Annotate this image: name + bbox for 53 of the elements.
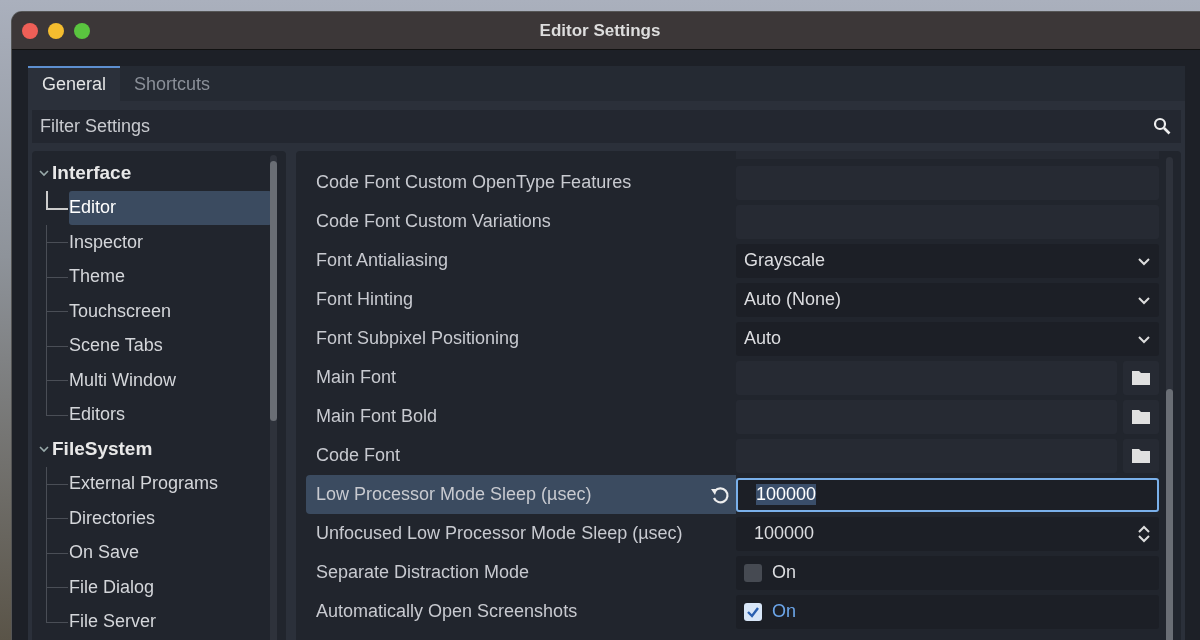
- dropdown[interactable]: Auto (None): [736, 282, 1159, 317]
- tree-item[interactable]: Inspector: [69, 225, 272, 260]
- scrollbar-thumb[interactable]: [270, 161, 277, 421]
- minimize-button[interactable]: [48, 23, 64, 39]
- zoom-button[interactable]: [74, 23, 90, 39]
- up-down-arrows-icon: [1137, 523, 1151, 544]
- tab[interactable]: Shortcuts: [120, 66, 225, 101]
- setting-label: Font Antialiasing: [315, 249, 450, 272]
- checkbox-label: On: [772, 562, 796, 583]
- tree-item[interactable]: Touchscreen: [69, 294, 272, 329]
- setting-label: Automatically Open Screenshots: [315, 600, 579, 623]
- folder-icon: [1132, 448, 1150, 463]
- setting-label: Low Processor Mode Sleep (µsec): [306, 475, 736, 514]
- setting-label: Unfocused Low Processor Mode Sleep (µsec): [315, 522, 684, 545]
- window-title: Editor Settings: [539, 20, 661, 41]
- tree-item[interactable]: File Dialog: [69, 570, 272, 605]
- setting-label: Code Font Custom Variations: [315, 210, 552, 233]
- tree-item[interactable]: Editor: [69, 190, 272, 225]
- checkbox[interactable]: [744, 563, 762, 582]
- scrollbar-thumb[interactable]: [1166, 389, 1173, 640]
- folder-icon: [1132, 409, 1150, 424]
- setting-label: Separate Distraction Mode: [315, 561, 531, 584]
- tab[interactable]: General: [28, 66, 121, 101]
- folder-button[interactable]: [1123, 360, 1159, 395]
- tree-item[interactable]: Editors: [69, 397, 272, 432]
- filter-field[interactable]: Filter Settings: [32, 110, 1181, 143]
- revert-icon[interactable]: [710, 484, 730, 505]
- setting-label: Code Font: [315, 444, 402, 467]
- checkbox[interactable]: [744, 602, 762, 621]
- tree-section[interactable]: FileSystem: [52, 438, 153, 461]
- folder-button[interactable]: [1123, 399, 1159, 434]
- setting-label: Font Hinting: [315, 288, 415, 311]
- tree-item[interactable]: File Server: [69, 604, 272, 639]
- tree-item[interactable]: External Programs: [69, 466, 272, 501]
- tree-item[interactable]: Scene Tabs: [69, 328, 272, 363]
- number-input[interactable]: 100000: [736, 477, 1159, 512]
- search-icon: [1153, 117, 1171, 135]
- checkbox-label: On: [772, 601, 796, 622]
- setting-label: Font Subpixel Positioning: [315, 327, 521, 350]
- dropdown[interactable]: Grayscale: [736, 243, 1159, 278]
- folder-button[interactable]: [1123, 438, 1159, 473]
- tree-item[interactable]: Theme: [69, 259, 272, 294]
- folder-icon: [1132, 370, 1150, 385]
- tree-item[interactable]: On Save: [69, 535, 272, 570]
- setting-label: Main Font Bold: [315, 405, 439, 428]
- dropdown[interactable]: Auto: [736, 321, 1159, 356]
- close-button[interactable]: [22, 23, 38, 39]
- spin-box[interactable]: 100000: [736, 516, 1159, 551]
- tree-section[interactable]: Interface: [52, 162, 132, 185]
- setting-label: Main Font: [315, 366, 398, 389]
- setting-label: Code Font Custom OpenType Features: [315, 171, 633, 194]
- tree-item[interactable]: Directories: [69, 501, 272, 536]
- tree-item[interactable]: Multi Window: [69, 363, 272, 398]
